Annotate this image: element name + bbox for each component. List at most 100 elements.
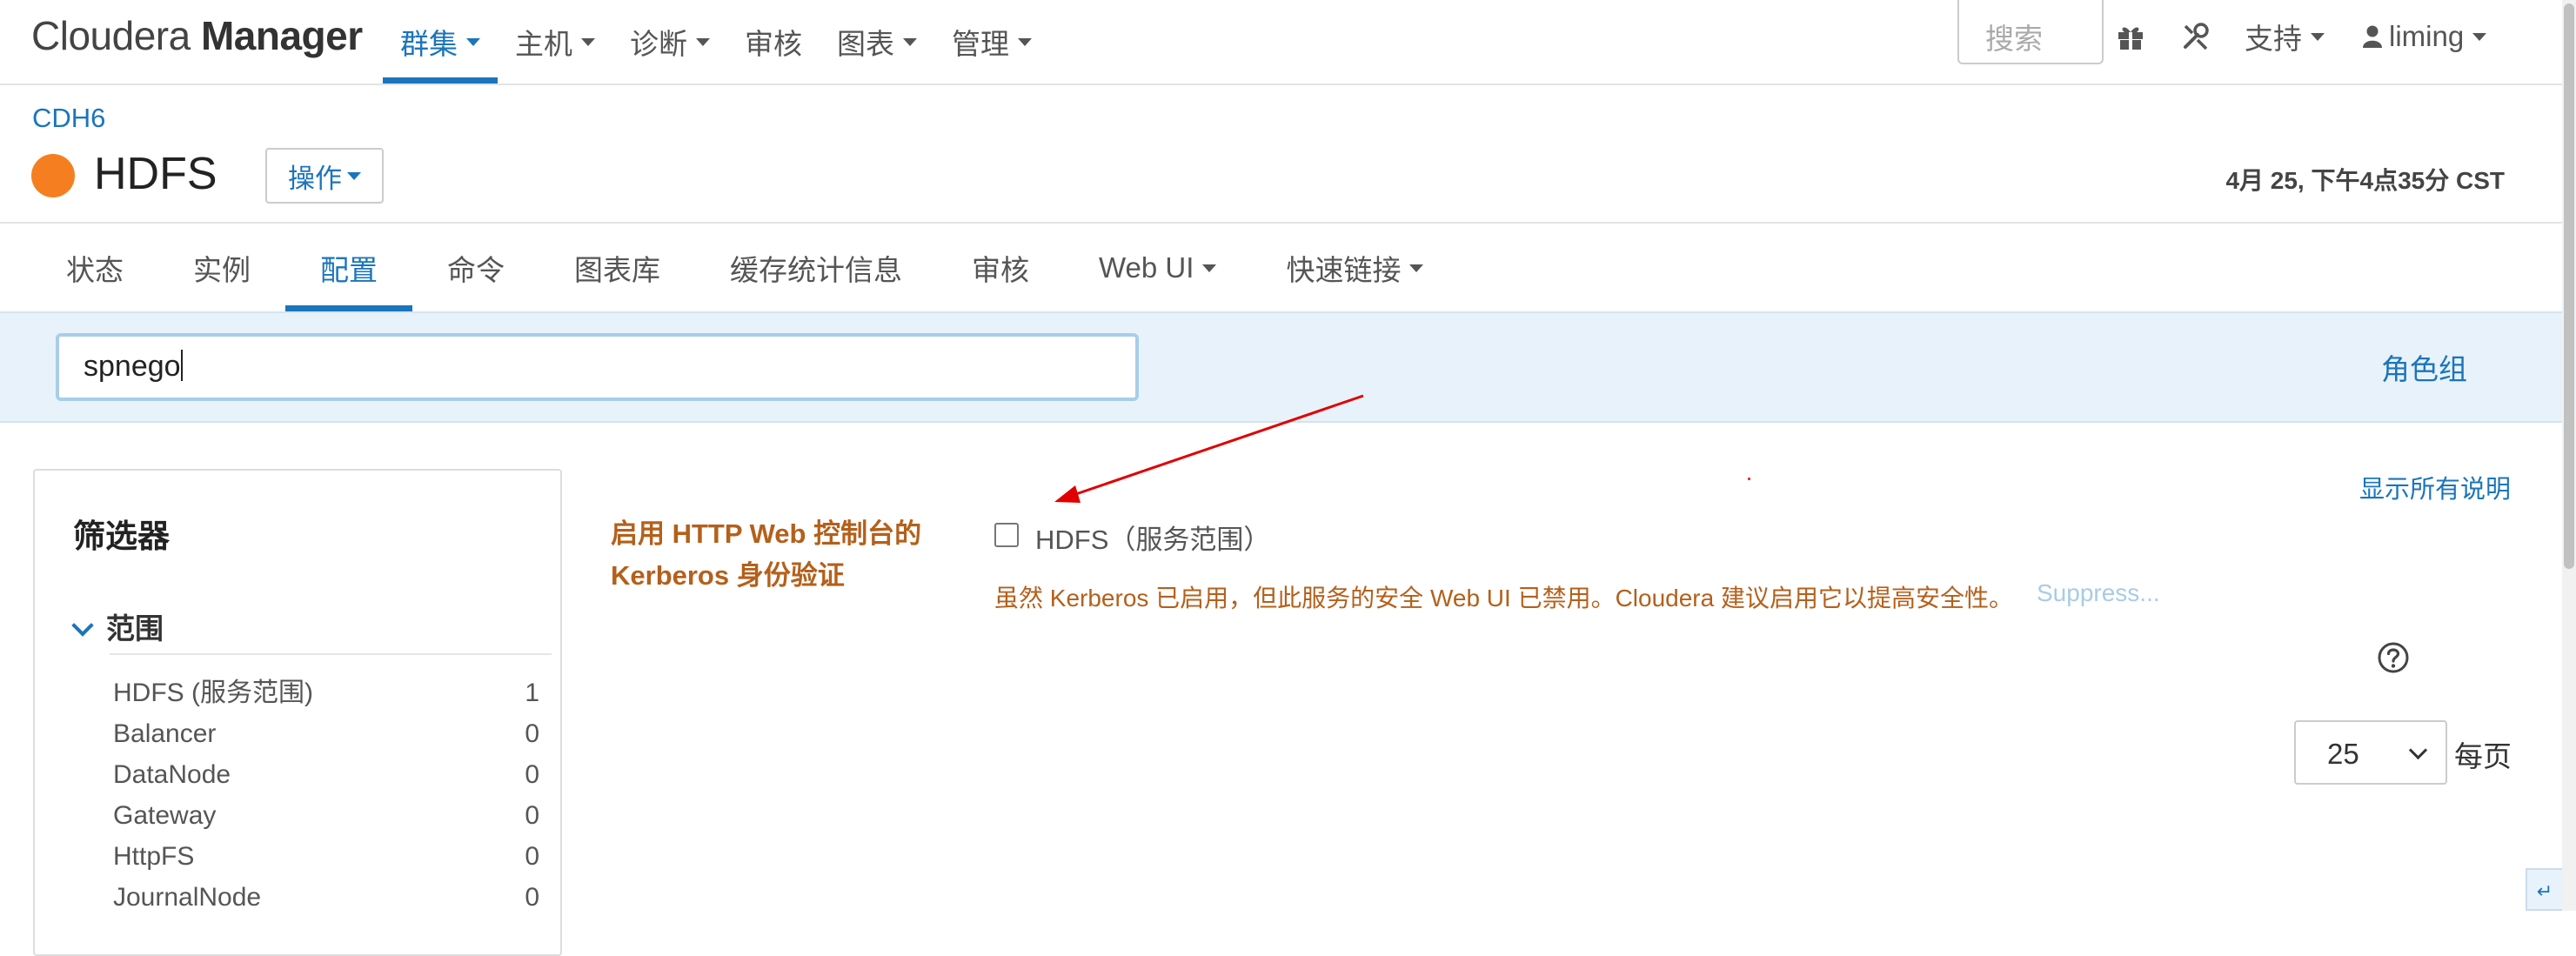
nav-item[interactable]: 主机 [498,0,612,84]
tab[interactable]: 缓存统计信息 [695,224,937,311]
scope-name: HDFS (服务范围) [113,679,313,707]
timestamp: 4月 25, 下午4点35分 CST [2225,167,2505,194]
scope-name: DataNode [113,760,231,789]
actions-label: 操作 [288,163,342,194]
chevron-down-icon [1409,264,1424,272]
feedback-tab[interactable]: ↵ [2526,868,2562,911]
global-search-input[interactable]: 搜索 [1957,0,2104,64]
nav-item[interactable]: 审核 [727,0,820,84]
tab-label: 配置 [320,254,378,286]
scope-item[interactable]: HttpFS 0 [113,836,539,877]
filter-panel-title: 筛选器 [73,518,170,554]
scope-name: JournalNode [113,883,262,912]
tab[interactable]: 审核 [937,224,1064,311]
config-search-value: spnego [84,350,181,383]
tab-label: 命令 [447,254,505,286]
nav-item[interactable]: 诊断 [612,0,727,84]
scrollbar-thumb[interactable] [2564,3,2574,569]
tab-label: 状态 [66,254,124,286]
user-icon [2363,25,2382,48]
nav-item-label: 图表 [837,28,894,60]
scope-name: Gateway [113,801,217,830]
actions-button[interactable]: 操作 [265,148,384,204]
main-nav: 群集 主机 诊断 审核 图表 管理 [383,0,1049,84]
tab-label: 图表库 [574,254,660,286]
chevron-down-icon [581,37,595,46]
filter-panel: 筛选器 范围 HDFS (服务范围) 1 Balancer 0 DataNode 0 Gat… [33,469,562,956]
tab-label: 快速链接 [1286,254,1402,286]
logo-text-bold: Manager [200,13,363,58]
tab-label: 缓存统计信息 [730,254,902,286]
scope-list: HDFS (服务范围) 1 Balancer 0 DataNode 0 Gateway 0 Ht… [113,672,539,918]
scope-count: 0 [525,801,539,830]
top-navbar: Cloudera Manager 群集 主机 诊断 审核 图表 管理 搜索 支持 limi… [0,0,2562,85]
per-page-select[interactable]: 25 [2294,720,2447,785]
gift-button[interactable] [2116,0,2145,73]
app-logo[interactable]: Cloudera Manager [31,12,363,59]
scope-count: 0 [525,842,539,871]
chevron-down-icon [1018,37,1032,46]
tab-label: Web UI [1099,251,1194,284]
property-scope-label[interactable]: HDFS（服务范围） [1035,518,1270,557]
user-name: liming [2389,20,2465,52]
tab[interactable]: Web UI [1064,224,1251,311]
annotation-dot [1748,478,1750,480]
scope-item[interactable]: Gateway 0 [113,795,539,836]
property-checkbox[interactable] [994,523,1019,547]
per-page-value: 25 [2327,738,2359,770]
chevron-down-icon [903,37,917,46]
nav-item-label: 诊断 [630,28,687,60]
tab[interactable]: 配置 [285,224,412,311]
nav-item-label: 审核 [745,28,802,60]
nav-item[interactable]: 图表 [820,0,934,84]
page-scrollbar[interactable] [2562,0,2576,911]
per-page-label: 每页 [2454,740,2512,772]
scope-count: 0 [525,719,539,748]
support-label: 支持 [2245,23,2302,55]
chevron-down-icon [71,614,94,637]
show-all-descriptions-link[interactable]: 显示所有说明 [2359,469,2511,505]
scope-section-title: 范围 [106,612,164,645]
scope-item[interactable]: HDFS (服务范围) 1 [113,672,539,713]
feedback-icon: ↵ [2536,880,2553,902]
chevron-down-icon [2472,32,2487,41]
page-title: HDFS [94,149,217,199]
user-menu[interactable]: liming [2363,0,2487,73]
help-icon[interactable] [2377,641,2410,674]
tab[interactable]: 快速链接 [1251,224,1458,311]
nav-item[interactable]: 管理 [934,0,1049,84]
property-label: 启用 HTTP Web 控制台的 Kerberos 身份验证 [611,518,922,591]
scope-item[interactable]: DataNode 0 [113,754,539,795]
config-search-input[interactable]: spnego [56,333,1139,401]
tools-button[interactable] [2180,0,2211,73]
scope-count: 0 [525,883,539,912]
text-cursor [180,350,183,381]
chevron-down-icon [1202,264,1217,272]
support-menu[interactable]: 支持 [2245,0,2325,73]
divider [0,222,2562,224]
chevron-down-icon [2408,740,2428,760]
chevron-down-icon [696,37,710,46]
nav-item-label: 群集 [400,28,458,60]
role-group-link[interactable]: 角色组 [2381,346,2467,388]
scope-item[interactable]: Balancer 0 [113,713,539,754]
scope-item[interactable]: JournalNode 0 [113,877,539,918]
scope-count: 0 [525,760,539,789]
nav-item[interactable]: 群集 [383,0,498,84]
chevron-down-icon [347,171,361,180]
gift-icon [2118,27,2143,50]
scope-name: Balancer [113,719,217,748]
suppress-link[interactable]: Suppress... [2037,579,2160,607]
tab[interactable]: 状态 [31,224,158,311]
nav-item-label: 主机 [515,28,572,60]
tab-label: 实例 [193,254,251,286]
scope-section-toggle[interactable]: 范围 [71,605,164,647]
service-tabs: 状态 实例 配置 命令 图表库 缓存统计信息 审核 Web UI 快速链接 [31,224,1458,311]
tab[interactable]: 实例 [158,224,285,311]
divider [110,653,552,655]
tools-icon [2184,23,2209,50]
breadcrumb-cluster[interactable]: CDH6 [32,103,105,134]
tab[interactable]: 图表库 [539,224,695,311]
chevron-down-icon [2311,32,2325,41]
tab[interactable]: 命令 [412,224,539,311]
